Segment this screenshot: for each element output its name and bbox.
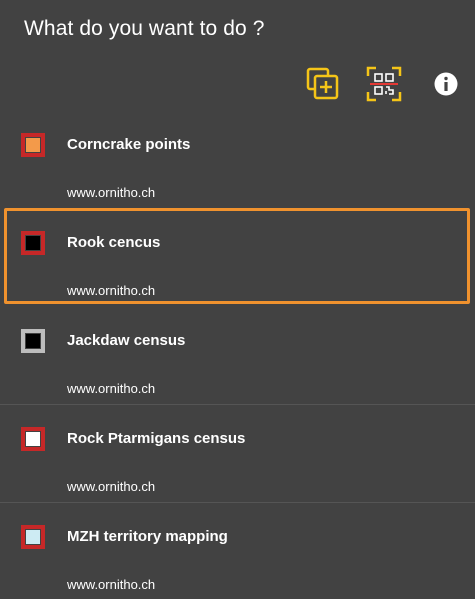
color-swatch [21,329,45,353]
color-swatch [21,525,45,549]
list-item-corncrake[interactable]: Corncrake points www.ornitho.ch [0,110,475,208]
list-item-subtitle: www.ornitho.ch [67,185,156,200]
list-item-ptarmigan[interactable]: Rock Ptarmigans census www.ornitho.ch [0,404,475,502]
list-item-title: Corncrake points [67,136,191,153]
dialog: What do you want to do ? Corncrake point… [0,0,475,599]
color-swatch [21,133,45,157]
list-item-title: Rook cencus [67,234,161,251]
list-item-subtitle: www.ornitho.ch [67,381,156,396]
list-item-title: Rock Ptarmigans census [67,430,246,447]
list-item-subtitle: www.ornitho.ch [67,479,156,494]
qr-scan-icon [366,66,402,102]
color-swatch [21,427,45,451]
qr-scan-button[interactable] [364,64,404,104]
list-item-subtitle: www.ornitho.ch [67,283,156,298]
add-copy-icon [306,67,339,100]
list-item-title: Jackdaw census [67,332,186,349]
option-list: Corncrake points www.ornitho.ch Rook cen… [0,110,475,599]
info-button[interactable] [426,64,466,104]
color-swatch [21,231,45,255]
list-item-title: MZH territory mapping [67,528,228,545]
list-item-rook[interactable]: Rook cencus www.ornitho.ch [0,208,475,306]
list-item-jackdaw[interactable]: Jackdaw census www.ornitho.ch [0,306,475,404]
page-title: What do you want to do ? [24,17,265,40]
add-copy-button[interactable] [303,64,343,104]
info-icon [434,72,458,96]
toolbar [0,64,475,108]
list-item-mzh[interactable]: MZH territory mapping www.ornitho.ch [0,502,475,599]
list-item-subtitle: www.ornitho.ch [67,577,156,592]
